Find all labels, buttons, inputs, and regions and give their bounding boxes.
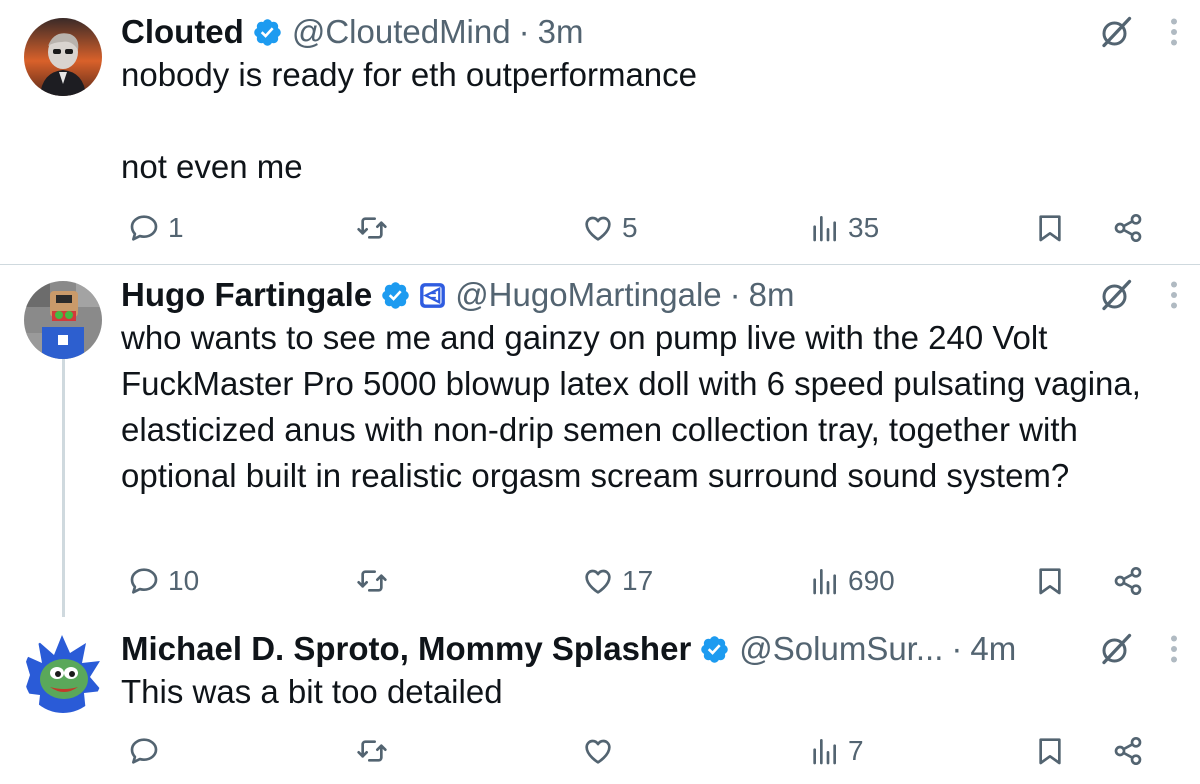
repost-icon xyxy=(356,565,388,597)
action-bar: 10 17 690 xyxy=(0,561,1200,601)
repost-button[interactable] xyxy=(356,561,396,601)
like-button[interactable] xyxy=(582,731,622,771)
bookmark-icon xyxy=(1034,212,1066,244)
share-icon xyxy=(1112,735,1144,767)
views-button[interactable]: 35 xyxy=(808,208,879,248)
author-handle[interactable]: @SolumSur... xyxy=(739,630,943,668)
grok-icon[interactable] xyxy=(1098,631,1134,667)
avatar-clouted[interactable] xyxy=(24,18,102,96)
more-icon[interactable] xyxy=(1164,277,1184,313)
avatar-michael[interactable] xyxy=(24,635,102,713)
author-handle[interactable]: @HugoMartingale xyxy=(455,276,721,314)
more-icon[interactable] xyxy=(1164,14,1184,50)
tweet-header: Hugo Fartingale @HugoMartingale · 8m xyxy=(121,273,795,317)
like-button[interactable]: 5 xyxy=(582,208,638,248)
reply-icon xyxy=(128,735,160,767)
verified-badge-icon xyxy=(252,17,283,48)
timeline: Clouted @CloutedMind · 3m nobody is read… xyxy=(0,0,1200,784)
repost-button[interactable] xyxy=(356,731,396,771)
share-icon xyxy=(1112,565,1144,597)
repost-icon xyxy=(356,212,388,244)
timestamp[interactable]: 3m xyxy=(538,13,584,51)
bookmark-icon xyxy=(1034,735,1066,767)
timestamp[interactable]: 4m xyxy=(970,630,1016,668)
avatar-hugo[interactable] xyxy=(24,281,102,359)
share-button[interactable] xyxy=(1112,731,1144,771)
tweet-michael[interactable]: Michael D. Sproto, Mommy Splasher @Solum… xyxy=(0,625,1200,784)
bookmark-button[interactable] xyxy=(1034,208,1066,248)
like-count: 17 xyxy=(622,565,654,596)
views-count: 35 xyxy=(848,212,880,243)
author-name[interactable]: Michael D. Sproto, Mommy Splasher xyxy=(121,630,691,668)
bookmark-icon xyxy=(1034,565,1066,597)
repost-icon xyxy=(356,735,388,767)
tweet-text: who wants to see me and gainzy on pump l… xyxy=(121,319,1151,494)
tweet-header: Clouted @CloutedMind · 3m xyxy=(121,10,583,54)
views-icon xyxy=(808,565,840,597)
views-icon xyxy=(808,212,840,244)
reply-button[interactable]: 1 xyxy=(128,208,184,248)
reply-button[interactable]: 10 xyxy=(128,561,199,601)
reply-count: 10 xyxy=(168,565,200,596)
separator-dot: · xyxy=(518,13,530,50)
reply-icon xyxy=(128,565,160,597)
share-button[interactable] xyxy=(1112,561,1144,601)
repost-button[interactable] xyxy=(356,208,396,248)
tweet-header: Michael D. Sproto, Mommy Splasher @Solum… xyxy=(121,627,1016,671)
reply-count: 1 xyxy=(168,212,184,243)
verified-badge-icon xyxy=(380,280,411,311)
separator-dot: · xyxy=(729,276,741,313)
views-button[interactable]: 690 xyxy=(808,561,895,601)
timestamp[interactable]: 8m xyxy=(749,276,795,314)
author-handle[interactable]: @CloutedMind xyxy=(292,13,511,51)
tweet-clouted[interactable]: Clouted @CloutedMind · 3m nobody is read… xyxy=(0,0,1200,264)
more-icon[interactable] xyxy=(1164,631,1184,667)
like-icon xyxy=(582,565,614,597)
like-button[interactable]: 17 xyxy=(582,561,653,601)
tweet-text: This was a bit too detailed xyxy=(121,673,503,710)
author-name[interactable]: Clouted xyxy=(121,13,244,51)
views-button[interactable]: 7 xyxy=(808,731,864,771)
tweet-text: nobody is ready for eth outperformance n… xyxy=(121,56,698,185)
action-bar: 7 xyxy=(0,731,1200,771)
views-icon xyxy=(808,735,840,767)
action-bar: 1 5 35 xyxy=(0,208,1200,248)
grok-icon[interactable] xyxy=(1098,14,1134,50)
share-icon xyxy=(1112,212,1144,244)
grok-icon[interactable] xyxy=(1098,277,1134,313)
reply-button[interactable] xyxy=(128,731,168,771)
views-count: 7 xyxy=(848,735,864,766)
tweet-hugo[interactable]: Hugo Fartingale @HugoMartingale · 8m who… xyxy=(0,265,1200,625)
reply-icon xyxy=(128,212,160,244)
affiliate-badge-icon[interactable] xyxy=(419,282,446,309)
verified-badge-icon xyxy=(699,634,730,665)
separator-dot: · xyxy=(951,630,963,667)
like-icon xyxy=(582,212,614,244)
bookmark-button[interactable] xyxy=(1034,731,1066,771)
author-name[interactable]: Hugo Fartingale xyxy=(121,276,372,314)
bookmark-button[interactable] xyxy=(1034,561,1066,601)
share-button[interactable] xyxy=(1112,208,1144,248)
views-count: 690 xyxy=(848,565,895,596)
like-count: 5 xyxy=(622,212,638,243)
like-icon xyxy=(582,735,614,767)
